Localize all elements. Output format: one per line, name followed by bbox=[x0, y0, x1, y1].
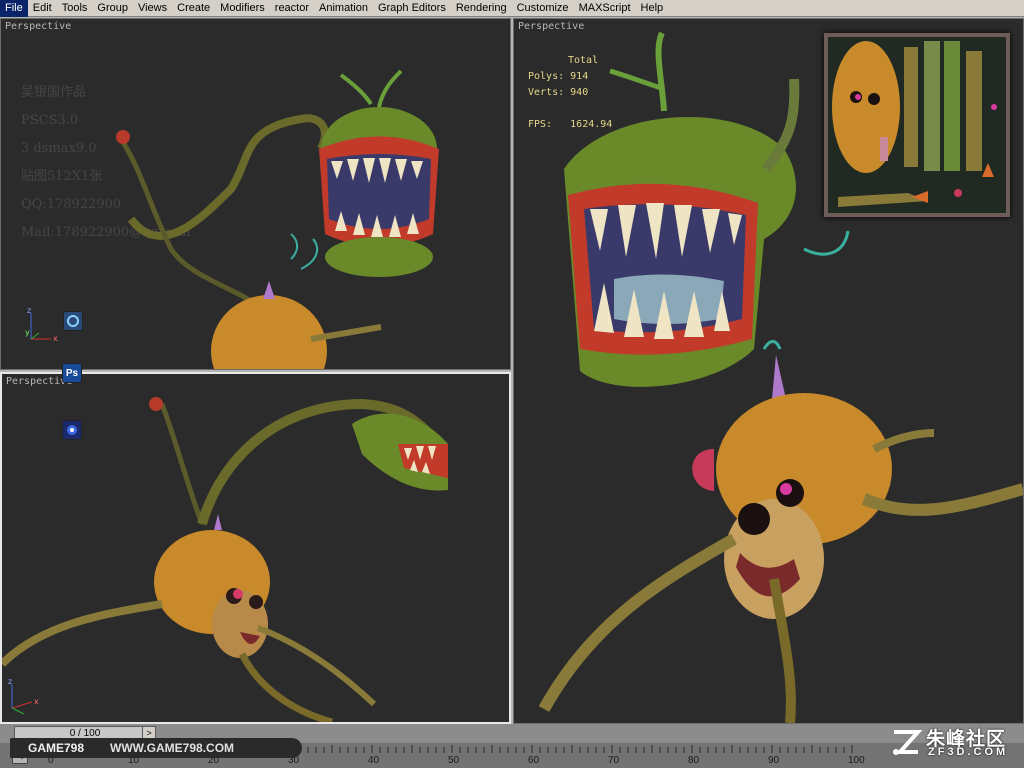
menu-modifiers[interactable]: Modifiers bbox=[215, 0, 270, 17]
menu-group[interactable]: Group bbox=[92, 0, 133, 17]
zf3d-logo-icon bbox=[893, 730, 922, 755]
3dsmax-logo-icon bbox=[63, 311, 83, 331]
watermark-game798-url: WWW.GAME798.COM bbox=[110, 741, 235, 755]
blender-style-app-icon bbox=[62, 420, 82, 440]
svg-text:x: x bbox=[53, 334, 58, 343]
texture-map-preview bbox=[824, 33, 1010, 217]
menu-help[interactable]: Help bbox=[636, 0, 669, 17]
viewport-top-left[interactable]: Perspective 吴银国作品 PSCS3.0 3 dsmax9.0 贴图5… bbox=[0, 18, 511, 370]
svg-text:z: z bbox=[8, 677, 12, 686]
track-tick-label: 70 bbox=[608, 755, 620, 766]
menu-rendering[interactable]: Rendering bbox=[451, 0, 512, 17]
track-tick-label: 50 bbox=[448, 755, 460, 766]
track-tick-label: 60 bbox=[528, 755, 540, 766]
svg-text:y: y bbox=[25, 328, 30, 337]
menu-maxscript[interactable]: MAXScript bbox=[574, 0, 636, 17]
svg-text:x: x bbox=[34, 697, 39, 706]
time-bar: 0 / 100 < > 0102030405060708090100 ↪ GAM… bbox=[0, 724, 1024, 768]
menu-edit[interactable]: Edit bbox=[28, 0, 57, 17]
menu-graph-editors[interactable]: Graph Editors bbox=[373, 0, 451, 17]
svg-text:z: z bbox=[27, 306, 31, 315]
menu-bar: File Edit Tools Group Views Create Modifiers re… bbox=[0, 0, 1024, 17]
photoshop-icon: Ps bbox=[62, 363, 82, 383]
watermark-zf3d-en: ZF3D.COM bbox=[928, 746, 1009, 758]
menu-create[interactable]: Create bbox=[172, 0, 215, 17]
watermark-game798-text: GAME798 bbox=[28, 741, 85, 755]
axis-tripod-icon: z x y bbox=[25, 306, 58, 343]
menu-animation[interactable]: Animation bbox=[314, 0, 373, 17]
track-tick-label: 90 bbox=[768, 755, 780, 766]
track-tick-label: 80 bbox=[688, 755, 700, 766]
game798-watermark: GAME798 WWW.GAME798.COM bbox=[10, 738, 302, 758]
menu-views[interactable]: Views bbox=[133, 0, 172, 17]
track-tick-label: 100 bbox=[848, 755, 865, 766]
viewport-right[interactable]: Perspective Total Polys: 914 Verts: 940 … bbox=[513, 18, 1024, 724]
track-tick-label: 40 bbox=[368, 755, 380, 766]
menu-reactor[interactable]: reactor bbox=[270, 0, 314, 17]
menu-tools[interactable]: Tools bbox=[57, 0, 93, 17]
zf3d-watermark: 朱峰社区 ZF3D.COM bbox=[888, 724, 1018, 764]
menu-file[interactable]: File bbox=[0, 0, 28, 17]
menu-customize[interactable]: Customize bbox=[512, 0, 574, 17]
axis-tripod-icon: z x bbox=[8, 677, 39, 714]
3dsmax-window: File Edit Tools Group Views Create Modifiers re… bbox=[0, 0, 1024, 768]
